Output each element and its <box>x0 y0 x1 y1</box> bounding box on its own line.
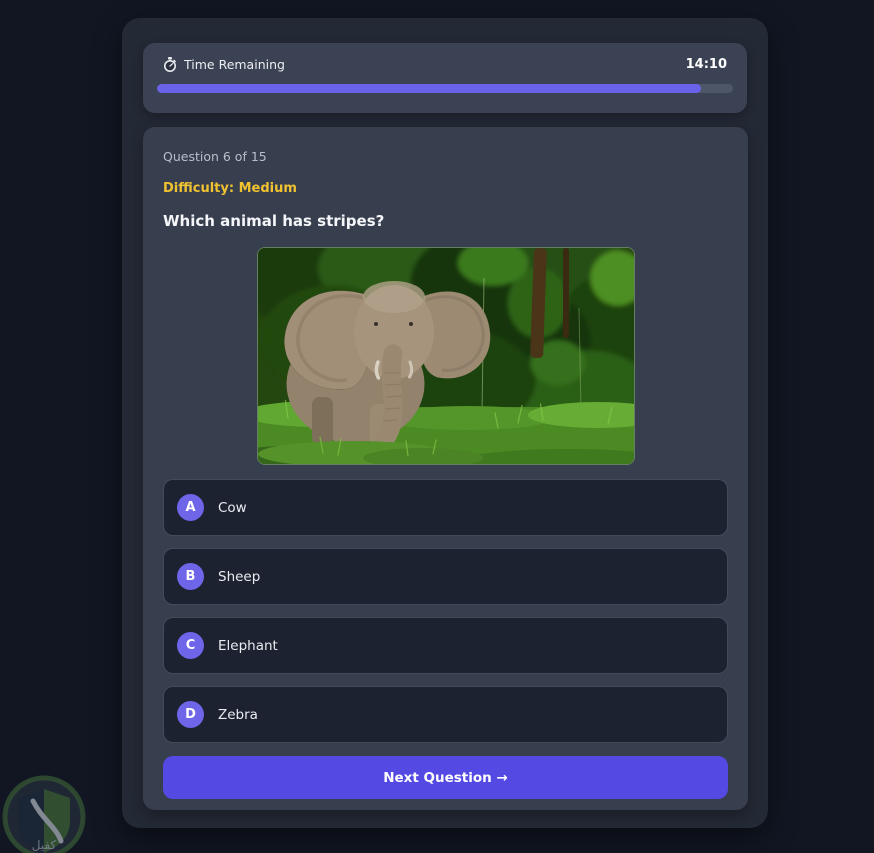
timer-value: 14:10 <box>685 57 727 72</box>
question-counter: Question 6 of 15 <box>163 149 267 164</box>
option-d-badge: D <box>177 701 204 728</box>
option-b-badge: B <box>177 563 204 590</box>
options-list: A Cow B Sheep C Elephant D Zebra <box>163 479 728 743</box>
question-card: Question 6 of 15 Difficulty: Medium Whic… <box>143 127 748 810</box>
option-c[interactable]: C Elephant <box>163 617 728 674</box>
stopwatch-icon <box>163 57 177 72</box>
difficulty-label: Difficulty: Medium <box>163 181 297 196</box>
quiz-container: Time Remaining 14:10 Question 6 of 15 Di… <box>122 18 768 828</box>
elephant-forest-illustration <box>257 248 634 464</box>
watermark-text: كفيل <box>32 838 57 852</box>
option-b[interactable]: B Sheep <box>163 548 728 605</box>
option-c-label: Elephant <box>218 637 278 654</box>
watermark-logo: كفيل <box>0 773 92 853</box>
question-text: Which animal has stripes? <box>163 212 385 230</box>
progress-fill <box>157 84 702 93</box>
option-a-label: Cow <box>218 499 247 516</box>
shield-icon <box>18 789 70 853</box>
option-c-badge: C <box>177 632 204 659</box>
timer-card: Time Remaining 14:10 <box>143 43 747 113</box>
option-d-label: Zebra <box>218 706 258 723</box>
question-image <box>256 247 635 465</box>
option-b-label: Sheep <box>218 568 261 585</box>
option-a[interactable]: A Cow <box>163 479 728 536</box>
option-a-badge: A <box>177 494 204 521</box>
timer-label: Time Remaining <box>184 57 285 72</box>
next-question-button[interactable]: Next Question → <box>163 756 728 799</box>
option-d[interactable]: D Zebra <box>163 686 728 743</box>
timer-progress-track <box>157 84 733 93</box>
